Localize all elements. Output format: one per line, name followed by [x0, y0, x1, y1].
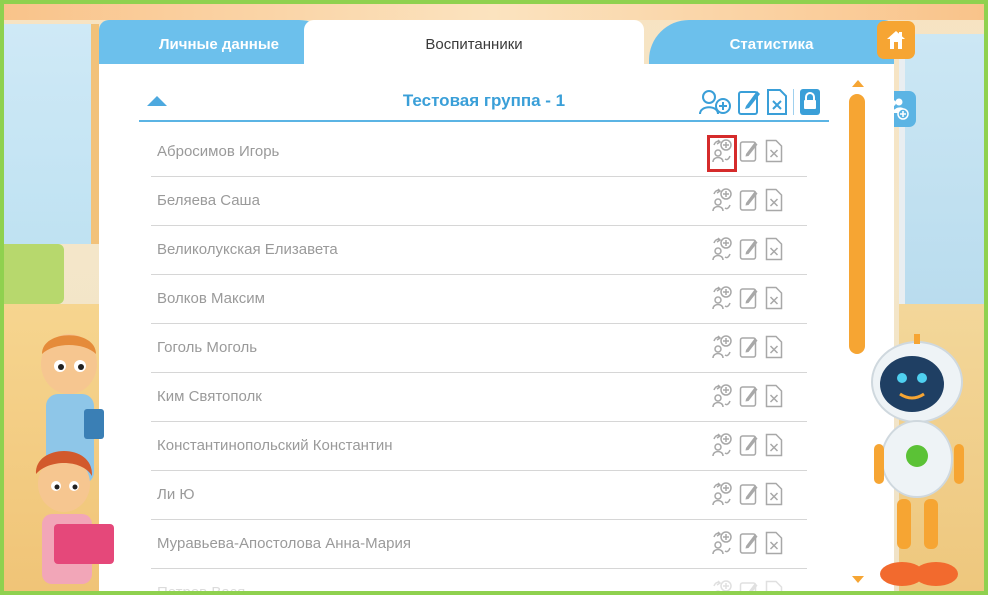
pupil-name: Беляева Саша: [157, 192, 260, 209]
robot-illustration: [871, 334, 964, 586]
delete-icon[interactable]: [765, 580, 783, 591]
home-button[interactable]: [877, 21, 915, 59]
home-icon: [887, 31, 905, 49]
edit-icon[interactable]: [739, 237, 759, 266]
tab-personal-label: Личные данные: [159, 35, 279, 53]
delete-icon[interactable]: [765, 384, 783, 413]
background-shelf: [4, 244, 64, 304]
delete-icon[interactable]: [765, 188, 783, 217]
transfer-user-icon[interactable]: [711, 188, 733, 217]
list-item[interactable]: Ли Ю: [151, 471, 807, 520]
transfer-user-icon[interactable]: [711, 482, 733, 511]
edit-icon[interactable]: [739, 482, 759, 511]
transfer-user-icon[interactable]: [711, 384, 733, 413]
edit-icon[interactable]: [739, 335, 759, 364]
row-actions: [711, 482, 783, 511]
pupil-name: Абросимов Игорь: [157, 143, 280, 160]
edit-icon[interactable]: [739, 286, 759, 315]
transfer-user-icon[interactable]: [711, 580, 733, 591]
row-actions: [711, 286, 783, 315]
app-frame: Личные данные Статистика Воспитанники Те…: [4, 4, 984, 591]
background-top: [4, 4, 984, 20]
pupil-name: Волков Максим: [157, 290, 265, 307]
pupil-name: Великолукская Елизавета: [157, 241, 338, 258]
edit-icon[interactable]: [737, 88, 761, 116]
row-actions: [711, 531, 783, 560]
delete-icon[interactable]: [766, 88, 788, 116]
background-window-right: [899, 34, 984, 304]
tab-statistics[interactable]: Статистика: [649, 20, 894, 68]
tab-personal-data[interactable]: Личные данные: [99, 20, 339, 68]
tab-statistics-label: Статистика: [729, 35, 814, 53]
transfer-user-icon[interactable]: [711, 237, 733, 266]
background-window-left: [4, 24, 99, 244]
transfer-user-icon[interactable]: [711, 286, 733, 315]
delete-icon[interactable]: [765, 335, 783, 364]
actions-divider: [793, 89, 794, 115]
row-actions: [711, 384, 783, 413]
transfer-user-icon[interactable]: [711, 531, 733, 560]
pupils-panel: Тестовая группа - 1 Абросимов Игорь Беля…: [99, 64, 894, 591]
edit-icon[interactable]: [739, 384, 759, 413]
pupil-name: Гоголь Моголь: [157, 339, 258, 356]
transfer-user-icon[interactable]: [707, 135, 737, 172]
row-actions: [711, 433, 783, 462]
list-item[interactable]: Петров Вася: [151, 569, 807, 591]
add-user-icon[interactable]: [698, 88, 732, 116]
pupil-name: Муравьева-Апостолова Анна-Мария: [157, 535, 411, 552]
row-actions: [711, 237, 783, 266]
list-item[interactable]: Великолукская Елизавета: [151, 226, 807, 275]
delete-icon[interactable]: [765, 237, 783, 266]
edit-icon[interactable]: [739, 531, 759, 560]
transfer-user-icon[interactable]: [711, 335, 733, 364]
group-header: Тестовая группа - 1: [139, 82, 829, 122]
list-item[interactable]: Муравьева-Апостолова Анна-Мария: [151, 520, 807, 569]
row-actions: [711, 335, 783, 364]
list-item[interactable]: Константинопольский Константин: [151, 422, 807, 471]
list-item[interactable]: Ким Святополк: [151, 373, 807, 422]
list-item[interactable]: Волков Максим: [151, 275, 807, 324]
tab-pupils[interactable]: Воспитанники: [304, 20, 644, 68]
row-actions: [711, 580, 783, 591]
pupils-list: Абросимов Игорь Беляева Саша Великолукская…: [151, 128, 807, 591]
edit-icon[interactable]: [739, 580, 759, 591]
scroll-up-arrow[interactable]: [852, 80, 864, 87]
delete-icon[interactable]: [765, 531, 783, 560]
pupil-name: Ли Ю: [157, 486, 195, 503]
delete-icon[interactable]: [765, 482, 783, 511]
list-item[interactable]: Беляева Саша: [151, 177, 807, 226]
edit-icon[interactable]: [739, 139, 759, 168]
delete-icon[interactable]: [765, 286, 783, 315]
list-item[interactable]: Абросимов Игорь: [151, 128, 807, 177]
group-actions: [698, 86, 821, 118]
list-item[interactable]: Гоголь Моголь: [151, 324, 807, 373]
row-actions: [711, 188, 783, 217]
row-actions: [707, 135, 783, 172]
pupil-name: Константинопольский Константин: [157, 437, 393, 454]
tab-pupils-label: Воспитанники: [425, 35, 523, 53]
pupil-name: Петров Вася: [157, 584, 245, 591]
scrollbar[interactable]: [849, 94, 865, 354]
delete-icon[interactable]: [765, 433, 783, 462]
edit-icon[interactable]: [739, 188, 759, 217]
delete-icon[interactable]: [765, 139, 783, 168]
lock-icon[interactable]: [799, 88, 821, 116]
children-illustration: [35, 334, 114, 584]
transfer-user-icon[interactable]: [711, 433, 733, 462]
edit-icon[interactable]: [739, 433, 759, 462]
pupil-name: Ким Святополк: [157, 388, 262, 405]
